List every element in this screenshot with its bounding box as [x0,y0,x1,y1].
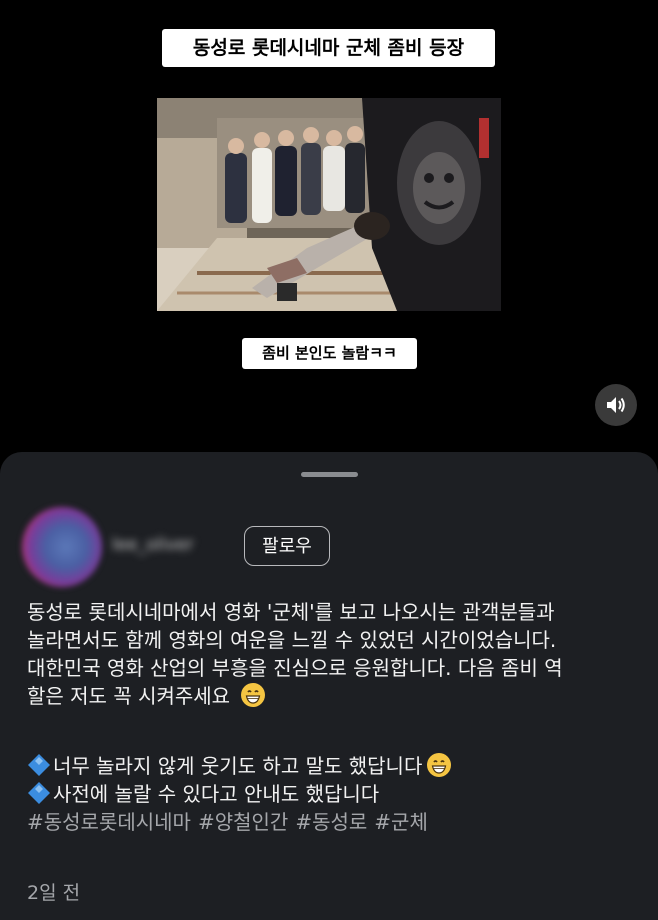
grinning-face-icon [427,753,452,777]
bullet-text: 너무 놀라지 않게 웃기도 하고 말도 했답니다 [53,754,423,778]
post-detail-sheet: lee_oliver 팔로우 동성로 롯데시네마에서 영화 '군체'를 보고 나… [0,452,658,920]
post-caption: 동성로 롯데시네마에서 영화 '군체'를 보고 나오시는 관객분들과 놀라면서도… [27,598,639,836]
video-player[interactable]: 동성로 롯데시네마 군체 좀비 등장 좀비 본인도 놀람ㅋㅋ [0,0,658,450]
video-scene-image [157,98,501,311]
post-body-line: 대한민국 영화 산업의 부흥을 진심으로 응원합니다. 다음 좀비 역 [27,656,563,680]
bullet-line: 너무 놀라지 않게 웃기도 하고 말도 했답니다 [27,752,639,780]
post-body-line-last: 할은 저도 꼭 시켜주세요 [27,682,639,710]
username[interactable]: lee_oliver [112,532,194,558]
bullet-line: 사전에 놀랄 수 있다고 안내도 했답니다 [27,780,639,808]
grinning-face-icon [241,683,266,707]
hashtag-list: #동성로롯데시네마 #양철인간 #동성로 #군체 [27,808,639,836]
hashtag-link[interactable]: #양철인간 [198,810,288,834]
video-caption-subtitle: 좀비 본인도 놀람ㅋㅋ [242,338,417,369]
hashtag-link[interactable]: #동성로 [295,810,367,834]
follow-button[interactable]: 팔로우 [244,526,330,566]
hashtag-link[interactable]: #군체 [374,810,428,834]
post-body-line: 놀라면서도 함께 영화의 여운을 느낄 수 있었던 시간이었습니다. [27,628,557,652]
video-frame[interactable] [157,98,501,311]
post-body-text: 할은 저도 꼭 시켜주세요 [27,684,231,708]
sheet-drag-handle[interactable] [301,472,358,477]
hashtag-link[interactable]: #동성로롯데시네마 [27,810,191,834]
post-timestamp: 2일 전 [27,882,81,904]
blue-diamond-icon [28,754,50,776]
post-body-line: 동성로 롯데시네마에서 영화 '군체'를 보고 나오시는 관객분들과 [27,600,555,624]
blue-diamond-icon [28,782,50,804]
bullet-text: 사전에 놀랄 수 있다고 안내도 했답니다 [53,782,380,806]
speaker-volume-icon [607,397,625,413]
video-caption-title: 동성로 롯데시네마 군체 좀비 등장 [162,29,495,67]
sound-toggle-button[interactable] [595,384,637,426]
avatar[interactable] [22,507,102,587]
